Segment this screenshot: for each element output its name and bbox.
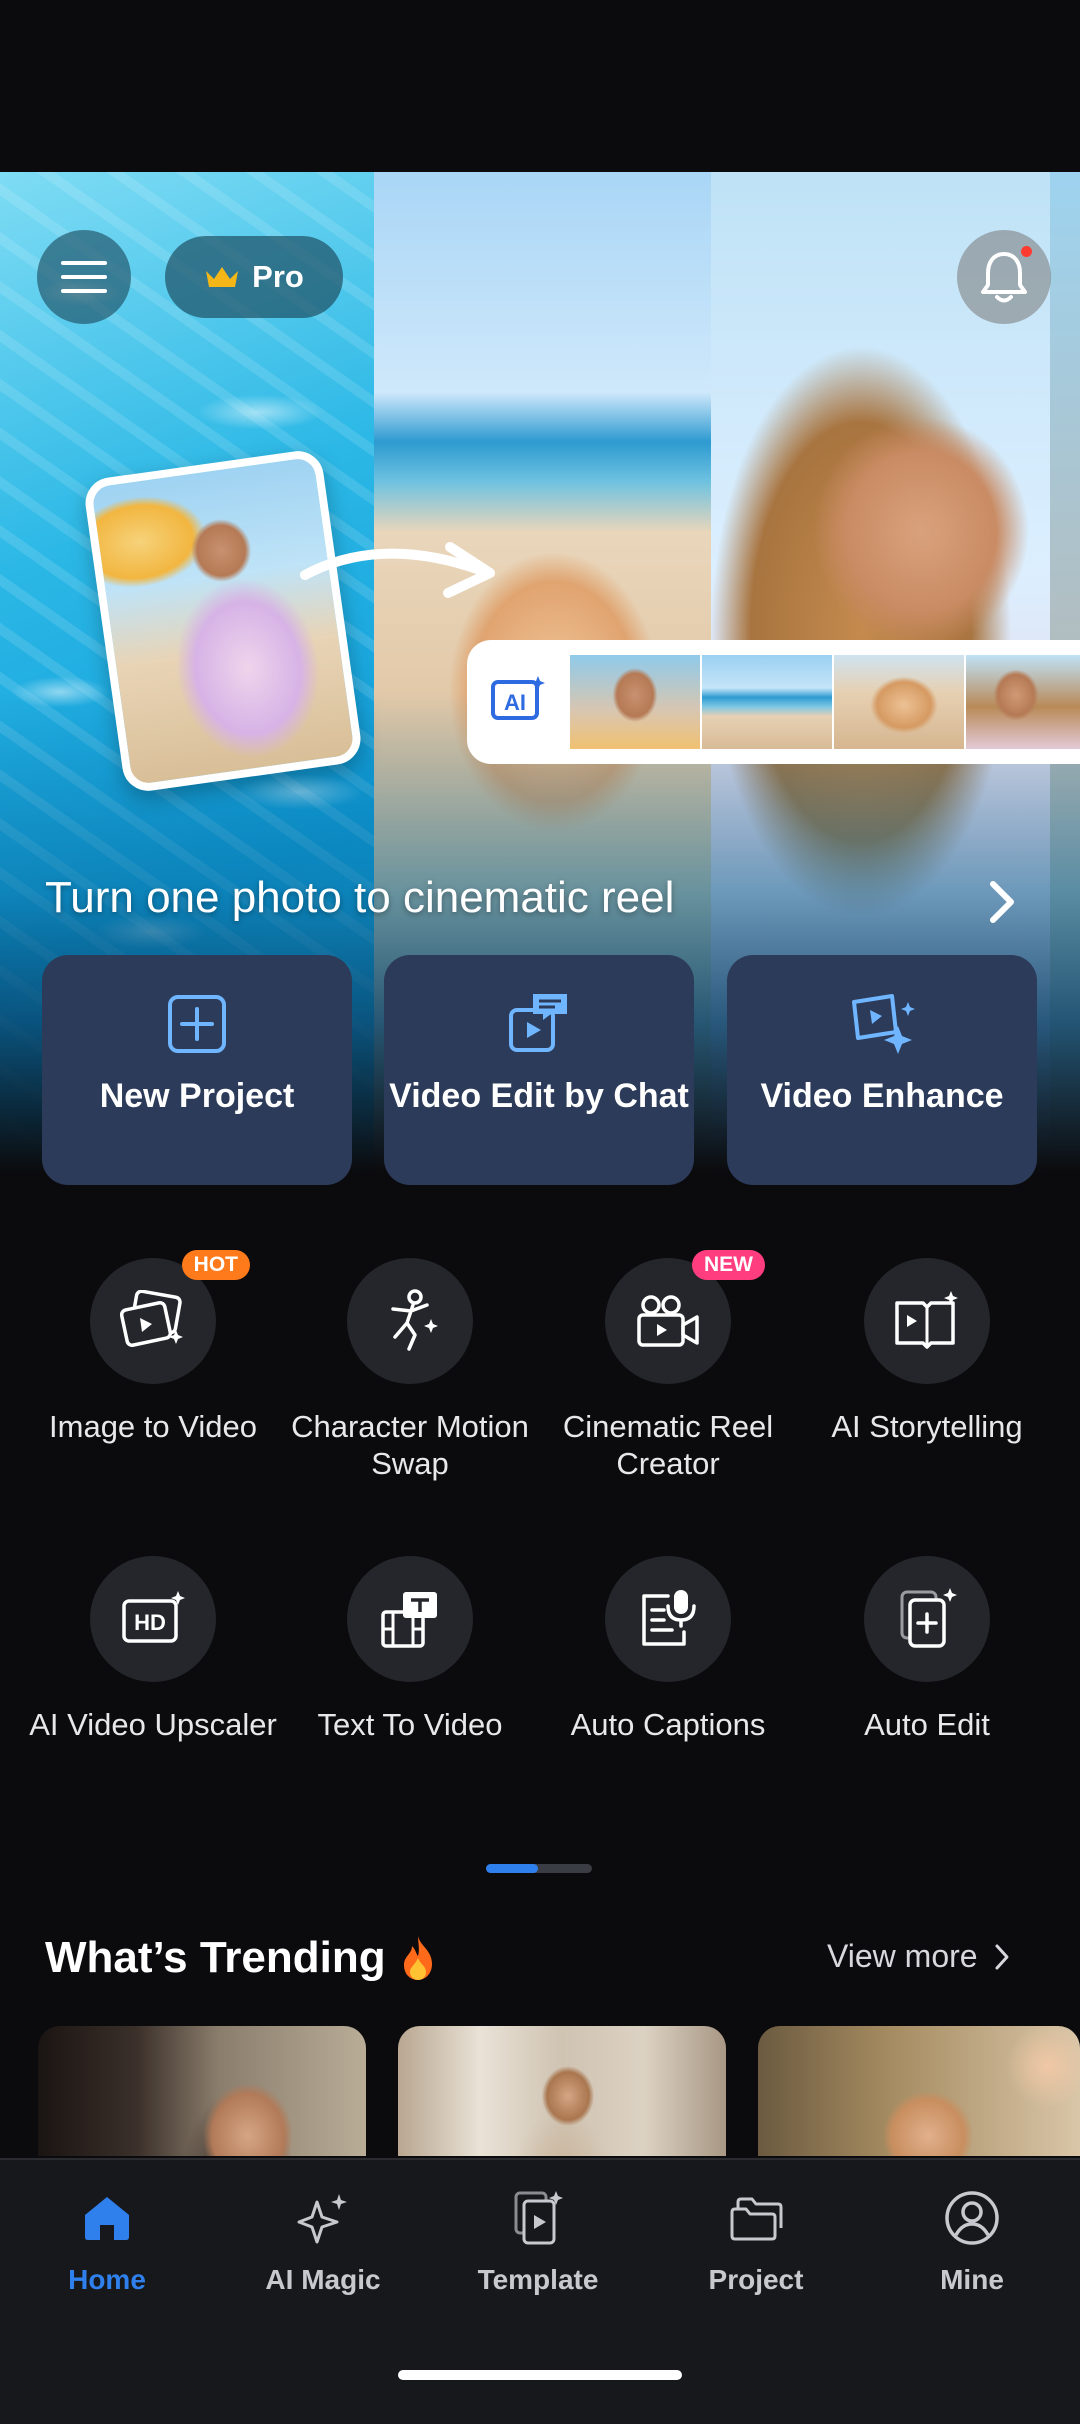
hd-icon: HD xyxy=(122,1591,185,1643)
nav-label: Mine xyxy=(940,2264,1004,2295)
sparkle-video-icon xyxy=(847,989,917,1059)
book-icon xyxy=(895,1291,958,1349)
new-project-button[interactable]: New Project xyxy=(42,955,352,1185)
tool-label: AI Video Upscaler xyxy=(29,1707,277,1742)
fire-icon xyxy=(403,1936,432,1980)
video-edit-by-chat-button[interactable]: Video Edit by Chat xyxy=(384,955,694,1185)
nav-project[interactable]: Project xyxy=(656,2186,856,2296)
page-indicator xyxy=(486,1864,592,1873)
new-project-label: New Project xyxy=(99,1077,295,1115)
tool-icon-circle xyxy=(605,1556,731,1682)
new-badge: NEW xyxy=(692,1250,765,1280)
video-enhance-label: Video Enhance xyxy=(760,1077,1004,1115)
trending-card[interactable] xyxy=(38,2026,366,2156)
nav-home[interactable]: Home xyxy=(7,2186,207,2296)
timeline-thumbnail xyxy=(834,655,964,749)
pro-label: Pro xyxy=(252,259,304,294)
view-more-label: View more xyxy=(827,1938,978,1974)
tool-ai-storytelling[interactable]: AI Storytelling xyxy=(797,1258,1057,1445)
tool-ai-video-upscaler[interactable]: HD AI Video Upscaler xyxy=(23,1556,283,1743)
nav-label: Project xyxy=(708,2264,804,2295)
view-more-link[interactable]: View more xyxy=(827,1938,1010,1975)
svg-text:AI: AI xyxy=(504,690,526,715)
tool-label: Cinematic Reel Creator xyxy=(562,1409,774,1481)
dancing-figure-icon xyxy=(391,1289,438,1351)
nav-mine[interactable]: Mine xyxy=(872,2186,1072,2296)
trending-title-text: What’s Trending xyxy=(45,1933,386,1982)
tool-icon-circle xyxy=(347,1556,473,1682)
arrow-icon xyxy=(300,542,495,598)
camera-icon xyxy=(637,1295,699,1347)
video-edit-by-chat-label: Video Edit by Chat xyxy=(389,1077,689,1115)
home-indicator[interactable] xyxy=(398,2370,682,2380)
microphone-icon xyxy=(642,1590,696,1646)
tool-label: Character Motion Swap xyxy=(291,1409,529,1481)
auto-edit-icon xyxy=(900,1588,957,1648)
user-icon xyxy=(940,2186,1004,2250)
tool-label: AI Storytelling xyxy=(831,1409,1023,1444)
nav-template[interactable]: Template xyxy=(438,2186,638,2296)
chevron-right-icon xyxy=(995,1944,1009,1969)
sparkle-icon xyxy=(291,2186,355,2250)
tool-icon-circle xyxy=(347,1258,473,1384)
chevron-right-icon[interactable] xyxy=(985,878,1019,926)
status-bar xyxy=(0,0,1080,172)
notification-dot xyxy=(1021,246,1032,257)
timeline-thumbnail xyxy=(702,655,832,749)
tool-cinematic-reel-creator[interactable]: NEW Cinematic Reel Creator xyxy=(538,1250,798,1482)
tool-label: Text To Video xyxy=(317,1707,503,1742)
nav-label: Home xyxy=(68,2264,146,2295)
svg-text:HD: HD xyxy=(134,1610,166,1635)
crown-icon xyxy=(206,267,239,287)
nav-ai-magic[interactable]: AI Magic xyxy=(223,2186,423,2296)
folder-icon xyxy=(724,2186,788,2250)
text-film-icon xyxy=(381,1592,437,1648)
tool-icon-circle: NEW xyxy=(605,1250,765,1384)
tool-image-to-video[interactable]: HOT Image to Video xyxy=(23,1250,283,1445)
tool-text-to-video[interactable]: Text To Video xyxy=(280,1556,540,1743)
trending-card[interactable] xyxy=(758,2026,1080,2156)
hamburger-icon xyxy=(61,261,107,293)
tool-label: Auto Captions xyxy=(570,1707,766,1742)
source-photo-card xyxy=(82,447,364,795)
timeline-thumbnail xyxy=(966,655,1080,749)
tool-icon-circle: HD xyxy=(90,1556,216,1682)
page-indicator-active xyxy=(486,1864,538,1873)
template-icon xyxy=(506,2186,570,2250)
tool-icon-circle: HOT xyxy=(90,1250,250,1384)
plus-square-icon xyxy=(162,989,232,1059)
tool-icon-circle xyxy=(864,1556,990,1682)
tool-auto-edit[interactable]: Auto Edit xyxy=(797,1556,1057,1743)
hero-title: Turn one photo to cinematic reel xyxy=(45,873,675,922)
pro-button[interactable]: Pro xyxy=(165,236,343,318)
ai-badge-icon: AI xyxy=(491,676,545,720)
nav-label: Template xyxy=(477,2264,599,2295)
chat-video-icon xyxy=(504,989,574,1059)
tool-label: Image to Video xyxy=(49,1409,257,1444)
trending-title: What’s Trending xyxy=(45,1933,438,1983)
notifications-button[interactable] xyxy=(957,230,1051,324)
trending-card[interactable] xyxy=(398,2026,726,2156)
menu-button[interactable] xyxy=(37,230,131,324)
hot-badge: HOT xyxy=(181,1250,250,1280)
tool-label: Auto Edit xyxy=(864,1707,990,1742)
home-icon xyxy=(75,2186,139,2250)
nav-label: AI Magic xyxy=(265,2264,381,2295)
timeline-thumbnail xyxy=(570,655,700,749)
tool-character-motion-swap[interactable]: Character Motion Swap xyxy=(280,1258,540,1482)
bell-icon xyxy=(981,252,1027,303)
tool-icon-circle xyxy=(864,1258,990,1384)
tool-auto-captions[interactable]: Auto Captions xyxy=(538,1556,798,1743)
video-enhance-button[interactable]: Video Enhance xyxy=(727,955,1037,1185)
image-to-video-icon xyxy=(120,1290,183,1348)
